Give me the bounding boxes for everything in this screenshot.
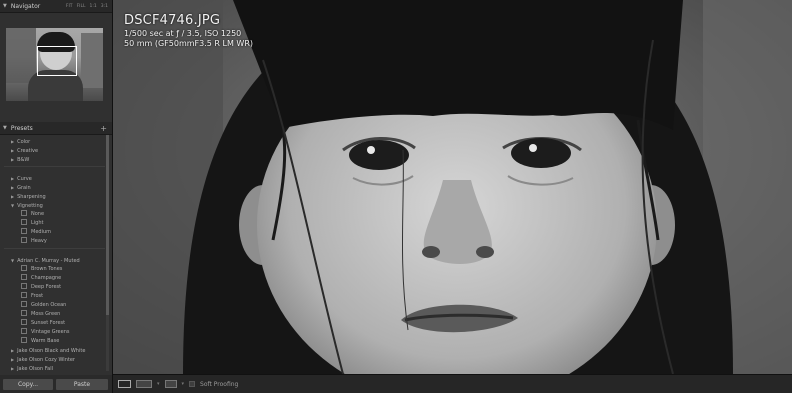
preset-folder-color[interactable]: ▶ Color bbox=[0, 137, 109, 146]
preset-folder-grain[interactable]: ▶ Grain bbox=[0, 183, 109, 192]
preset-folder-vignetting[interactable]: ▼ Vignetting bbox=[0, 201, 109, 210]
presets-title: Presets bbox=[10, 124, 33, 132]
expand-triangle-icon: ▶ bbox=[11, 176, 15, 181]
navigator-preview[interactable] bbox=[6, 28, 103, 101]
image-lens: 50 mm (GF50mmF3.5 R LM WR) bbox=[124, 39, 253, 48]
zoom-fit[interactable]: FIT bbox=[66, 4, 73, 9]
zoom-1-1[interactable]: 1:1 bbox=[90, 4, 97, 9]
preset-icon bbox=[21, 318, 27, 325]
chevron-down-icon[interactable]: ▾ bbox=[157, 381, 160, 387]
preset-item[interactable]: Frost bbox=[0, 291, 109, 301]
copy-button[interactable]: Copy... bbox=[3, 378, 53, 390]
preset-folder-curve[interactable]: ▶ Curve bbox=[0, 174, 109, 183]
compare-mode-icon[interactable] bbox=[164, 380, 177, 388]
preset-icon bbox=[21, 300, 27, 307]
preset-folder-sharpening[interactable]: ▶ Sharpening bbox=[0, 192, 109, 201]
preset-list: ▶ Color ▶ Creative ▶ B&W ▶ Curve ▶ Grain ▶ Sha… bbox=[0, 137, 109, 373]
expand-triangle-icon: ▶ bbox=[11, 139, 15, 144]
preset-icon bbox=[21, 282, 27, 289]
preset-folder-user[interactable]: ▼ Adrian C. Murray - Muted bbox=[0, 256, 109, 265]
preset-icon bbox=[21, 227, 27, 234]
zoom-3-1[interactable]: 3:1 bbox=[101, 4, 108, 9]
expand-triangle-icon: ▶ bbox=[11, 157, 15, 162]
preset-scrollbar[interactable] bbox=[106, 135, 109, 371]
preset-icon bbox=[21, 264, 27, 271]
photo bbox=[113, 0, 792, 374]
divider bbox=[4, 166, 105, 167]
preset-item[interactable]: Light bbox=[0, 218, 109, 228]
preset-icon bbox=[21, 218, 27, 225]
preset-item[interactable]: Champagne bbox=[0, 273, 109, 283]
preset-item[interactable]: Medium bbox=[0, 227, 109, 237]
toolbar: ▾ ▾ Soft Proofing bbox=[113, 374, 792, 393]
navigator-title: Navigator bbox=[10, 2, 41, 10]
navigator-header[interactable]: ▼ Navigator FIT FILL 1:1 3:1 bbox=[0, 0, 112, 13]
zoom-fill[interactable]: FILL bbox=[77, 4, 86, 9]
image-filename: DSCF4746.JPG bbox=[124, 13, 221, 28]
preset-icon bbox=[21, 309, 27, 316]
image-info-overlay: DSCF4746.JPG 1/500 sec at ƒ / 3.5, ISO 1… bbox=[124, 13, 253, 48]
preset-icon bbox=[21, 336, 27, 343]
collapse-triangle-icon: ▼ bbox=[3, 125, 7, 131]
preset-folder-jake-bw[interactable]: ▶ Jake Olson Black and White bbox=[0, 346, 109, 355]
preset-icon bbox=[21, 273, 27, 280]
loupe-view-icon[interactable] bbox=[118, 380, 131, 388]
preset-icon bbox=[21, 291, 27, 298]
navigator-view-rect[interactable] bbox=[37, 46, 77, 76]
preset-item[interactable]: Deep Forest bbox=[0, 282, 109, 292]
soft-proofing-checkbox[interactable] bbox=[189, 381, 196, 387]
preset-folder-bw[interactable]: ▶ B&W bbox=[0, 155, 109, 164]
left-panel: ▼ Navigator FIT FILL 1:1 3:1 ▼ Presets +… bbox=[0, 0, 113, 393]
collapse-triangle-icon: ▼ bbox=[11, 203, 15, 208]
collapse-triangle-icon: ▼ bbox=[3, 3, 7, 9]
presets-header[interactable]: ▼ Presets + bbox=[0, 122, 112, 135]
divider bbox=[4, 248, 105, 249]
preset-item[interactable]: Sunset Forest bbox=[0, 318, 109, 328]
preset-item[interactable]: Brown Tones bbox=[0, 264, 109, 274]
preset-item[interactable]: Vintage Greens bbox=[0, 327, 109, 337]
preset-item[interactable]: Warm Base bbox=[0, 336, 109, 346]
preset-icon bbox=[21, 327, 27, 334]
copy-paste-bar: Copy... Paste bbox=[0, 375, 112, 393]
preset-item[interactable]: Golden Ocean bbox=[0, 300, 109, 310]
preset-item[interactable]: Heavy bbox=[0, 236, 109, 246]
expand-triangle-icon: ▶ bbox=[11, 366, 15, 371]
preset-folder-jake-winter[interactable]: ▶ Jake Olson Cozy Winter bbox=[0, 355, 109, 364]
photo-view[interactable] bbox=[113, 0, 792, 374]
preset-item[interactable]: None bbox=[0, 209, 109, 219]
expand-triangle-icon: ▶ bbox=[11, 357, 15, 362]
preset-item[interactable]: Moss Green bbox=[0, 309, 109, 319]
preset-icon bbox=[21, 236, 27, 243]
navigator-zoom-options: FIT FILL 1:1 3:1 bbox=[66, 4, 112, 9]
scrollbar-thumb[interactable] bbox=[106, 135, 109, 315]
preset-icon bbox=[21, 209, 27, 216]
collapse-triangle-icon: ▼ bbox=[11, 258, 15, 263]
expand-triangle-icon: ▶ bbox=[11, 348, 15, 353]
add-preset-icon[interactable]: + bbox=[100, 124, 112, 133]
paste-button[interactable]: Paste bbox=[56, 378, 108, 390]
expand-triangle-icon: ▶ bbox=[11, 194, 15, 199]
soft-proofing-label: Soft Proofing bbox=[200, 380, 239, 388]
preset-folder-jake-fall[interactable]: ▶ Jake Olson Fall bbox=[0, 364, 109, 373]
expand-triangle-icon: ▶ bbox=[11, 185, 15, 190]
image-exposure: 1/500 sec at ƒ / 3.5, ISO 1250 bbox=[124, 29, 242, 38]
expand-triangle-icon: ▶ bbox=[11, 148, 15, 153]
preset-folder-creative[interactable]: ▶ Creative bbox=[0, 146, 109, 155]
before-after-icon[interactable] bbox=[136, 380, 152, 388]
chevron-down-icon[interactable]: ▾ bbox=[182, 381, 185, 387]
